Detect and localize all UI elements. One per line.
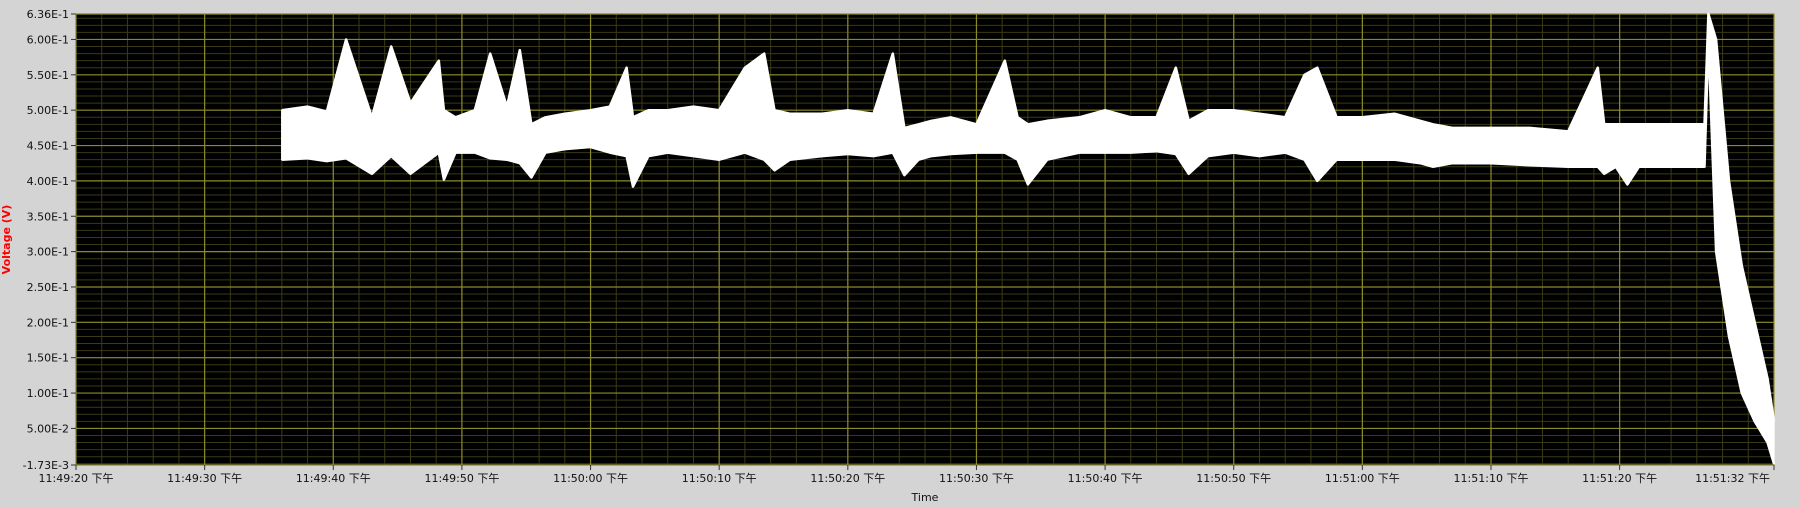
- x-axis-label: Time: [911, 491, 939, 504]
- y-tick-label: 4.50E-1: [27, 140, 69, 153]
- y-tick-label: 1.00E-1: [27, 387, 69, 400]
- y-tick-label: 5.00E-2: [27, 422, 69, 435]
- x-tick-label: 11:50:50 下午: [1196, 472, 1271, 485]
- y-tick-label: 3.50E-1: [27, 210, 69, 223]
- y-tick-label: 5.50E-1: [27, 69, 69, 82]
- y-tick-label: 1.50E-1: [27, 352, 69, 365]
- x-tick-label: 11:50:30 下午: [939, 472, 1014, 485]
- y-axis-label: Voltage (V): [0, 205, 13, 275]
- y-tick-label: 6.36E-1: [27, 8, 69, 21]
- y-tick-label: -1.73E-3: [23, 459, 69, 472]
- y-tick-label: 6.00E-1: [27, 33, 69, 46]
- x-tick-label: 11:50:00 下午: [553, 472, 628, 485]
- y-tick-label: 3.00E-1: [27, 246, 69, 259]
- x-tick-label: 11:50:20 下午: [810, 472, 885, 485]
- x-tick-label: 11:49:50 下午: [424, 472, 499, 485]
- x-tick-label: 11:51:00 下午: [1325, 472, 1400, 485]
- x-tick-label: 11:49:40 下午: [296, 472, 371, 485]
- x-tick-label: 11:49:30 下午: [167, 472, 242, 485]
- chart-svg: -1.73E-3 5.00E-2 1.00E-1 1.50E-1 2.00E-1 2.50…: [0, 0, 1800, 504]
- x-tick-label: 11:49:20 下午: [39, 472, 114, 485]
- voltage-time-chart: -1.73E-3 5.00E-2 1.00E-1 1.50E-1 2.00E-1 2.50…: [0, 0, 1800, 504]
- y-tick-label: 5.00E-1: [27, 104, 69, 117]
- x-tick-label: 11:51:20 下午: [1582, 472, 1657, 485]
- x-tick-label: 11:50:40 下午: [1068, 472, 1143, 485]
- y-tick-label: 4.00E-1: [27, 175, 69, 188]
- x-tick-label: 11:51:10 下午: [1454, 472, 1529, 485]
- x-tick-label: 11:50:10 下午: [682, 472, 757, 485]
- y-tick-label: 2.00E-1: [27, 316, 69, 329]
- x-tick-label: 11:51:32 下午: [1695, 472, 1770, 485]
- y-tick-label: 2.50E-1: [27, 281, 69, 294]
